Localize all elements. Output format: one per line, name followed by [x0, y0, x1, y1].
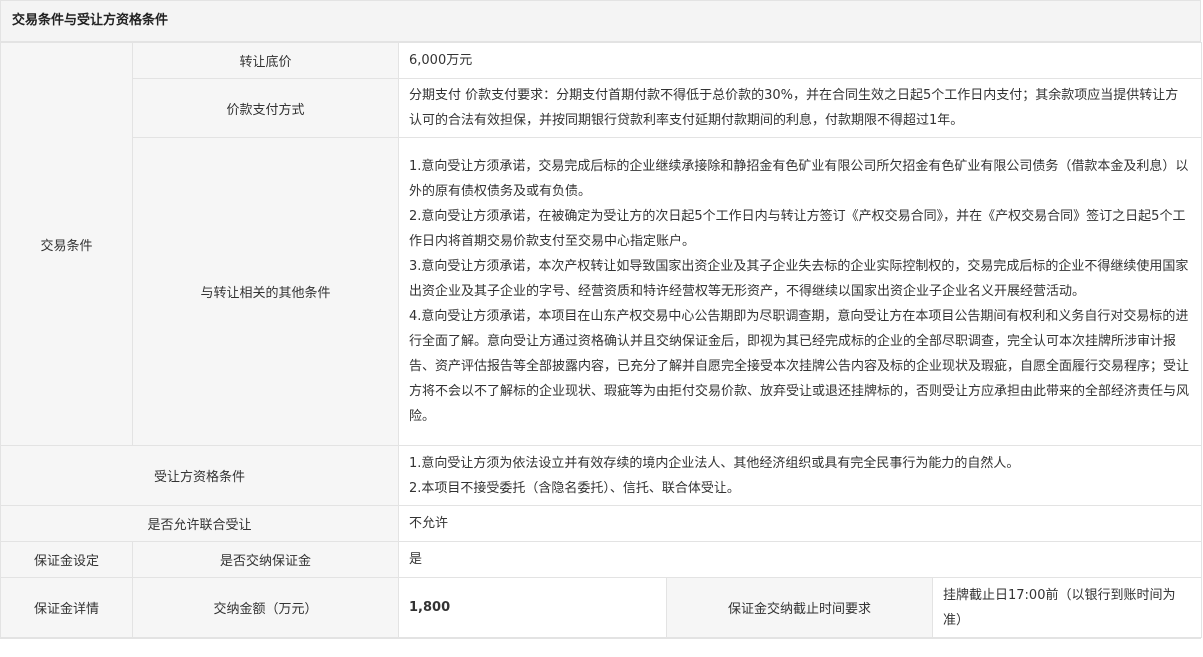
qualification-value: 1.意向受让方须为依法设立并有效存续的境内企业法人、其他经济组织或具有完全民事行… — [397, 445, 1203, 506]
table-row: 是否允许联合受让 不允许 — [0, 505, 1203, 542]
table-row: 价款支付方式 分期支付 价款支付要求：分期支付首期付款不得低于总价款的30%，并… — [1, 78, 1203, 138]
deposit-deadline-value: 挂牌截止日17:00前（以银行到账时间为准） — [931, 577, 1203, 638]
deposit-required-value: 是 — [397, 541, 1203, 578]
deposit-deadline-label: 保证金交纳截止时间要求 — [666, 577, 933, 638]
qualification-item-1: 1.意向受让方须为依法设立并有效存续的境内企业法人、其他经济组织或具有完全民事行… — [409, 455, 1020, 471]
table-row: 保证金设定 是否交纳保证金 是 — [0, 541, 1203, 578]
qualification-label: 受让方资格条件 — [0, 445, 399, 506]
payment-method-label: 价款支付方式 — [132, 78, 399, 138]
deposit-amount-label: 交纳金额（万元） — [132, 577, 399, 638]
payment-method-value: 分期支付 价款支付要求：分期支付首期付款不得低于总价款的30%，并在合同生效之日… — [397, 78, 1203, 138]
table-row: 受让方资格条件 1.意向受让方须为依法设立并有效存续的境内企业法人、其他经济组织… — [0, 445, 1203, 506]
deposit-detail-group-label: 保证金详情 — [0, 577, 133, 638]
section-title: 交易条件与受让方资格条件 — [1, 1, 1200, 42]
table-row: 保证金详情 交纳金额（万元） 1,800 保证金交纳截止时间要求 挂牌截止日17… — [0, 577, 1203, 638]
deposit-required-label: 是否交纳保证金 — [132, 541, 399, 578]
deposit-amount-value: 1,800 — [398, 577, 667, 638]
table-row: 交易条件 转让底价 6,000万元 — [0, 42, 1203, 446]
other-conditions-value: 1.意向受让方须承诺，交易完成后标的企业继续承接除和静招金有色矿业有限公司所欠招… — [397, 137, 1203, 446]
joint-label: 是否允许联合受让 — [0, 505, 399, 542]
condition-item-4: 4.意向受让方须承诺，本项目在山东产权交易中心公告期即为尽职调查期，意向受让方在… — [409, 309, 1190, 424]
condition-item-2: 2.意向受让方须承诺，在被确定为受让方的次日起5个工作日内与转让方签订《产权交易… — [409, 209, 1186, 249]
table-row: 与转让相关的其他条件 1.意向受让方须承诺，交易完成后标的企业继续承接除和静招金… — [1, 137, 1203, 446]
base-price-label: 转让底价 — [132, 42, 399, 79]
transaction-group-label: 交易条件 — [0, 42, 133, 446]
base-price-value: 6,000万元 — [397, 42, 1203, 79]
other-conditions-label: 与转让相关的其他条件 — [132, 137, 399, 446]
condition-item-3: 3.意向受让方须承诺，本次产权转让如导致国家出资企业及其子企业失去标的企业实际控… — [409, 259, 1189, 299]
joint-value: 不允许 — [397, 505, 1203, 542]
conditions-table: 交易条件 转让底价 6,000万元 价款支付方式 分期支付 价款支付要求：分期支… — [0, 42, 1203, 638]
qualification-item-2: 2.本项目不接受委托（含隐名委托）、信托、联合体受让。 — [409, 480, 740, 496]
deposit-setting-group-label: 保证金设定 — [0, 541, 133, 578]
condition-item-1: 1.意向受让方须承诺，交易完成后标的企业继续承接除和静招金有色矿业有限公司所欠招… — [409, 159, 1189, 199]
trade-conditions-panel: 交易条件与受让方资格条件 交易条件 转让底价 6,000万元 价款支付方式 分期… — [0, 0, 1203, 639]
